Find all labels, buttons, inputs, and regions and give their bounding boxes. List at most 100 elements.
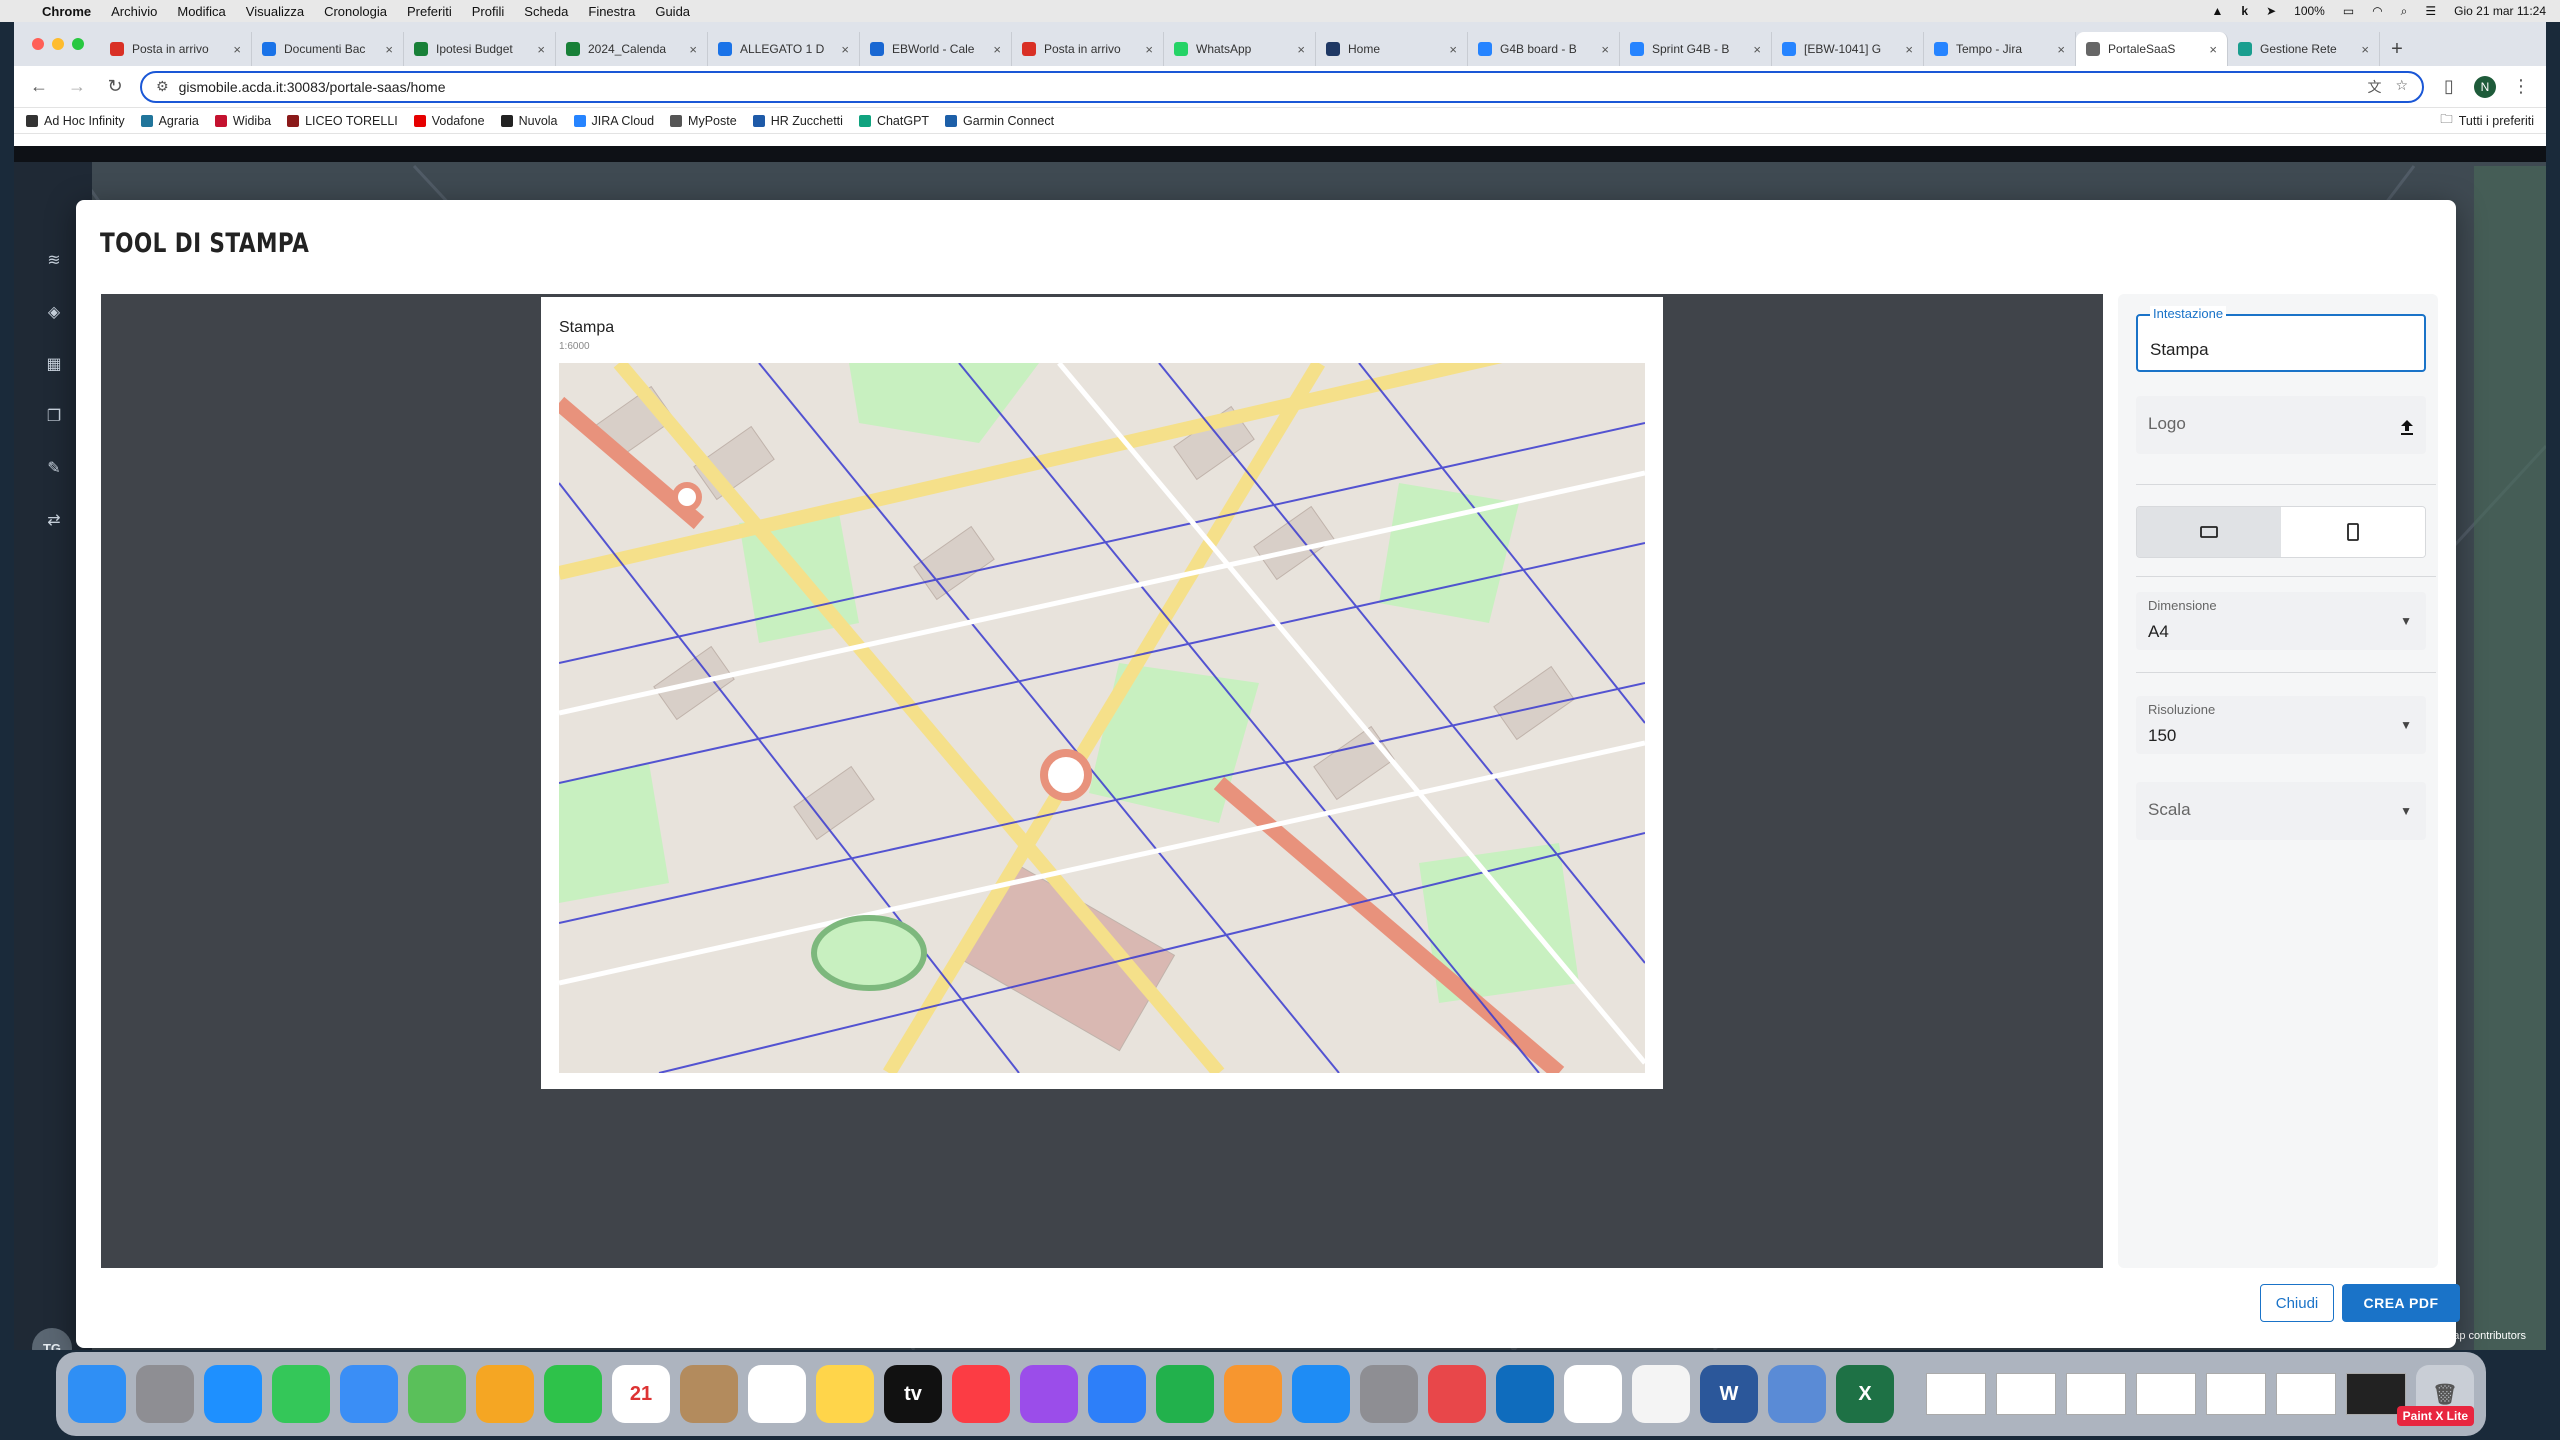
copy-icon[interactable]: ❐: [44, 406, 64, 426]
dock-app-icon[interactable]: [1360, 1365, 1418, 1423]
map-preview[interactable]: [559, 363, 1645, 1073]
browser-tab[interactable]: Gestione Rete ×: [2228, 32, 2380, 66]
menu-scheda[interactable]: Scheda: [524, 4, 568, 19]
tab-close-icon[interactable]: ×: [2361, 42, 2369, 57]
minimize-window-button[interactable]: [52, 38, 64, 50]
bookmark-item[interactable]: Widiba: [214, 114, 271, 128]
dock-document-thumbnail[interactable]: [1926, 1373, 1986, 1415]
bookmark-star-icon[interactable]: ☆: [2395, 77, 2408, 97]
bookmark-item[interactable]: Garmin Connect: [945, 114, 1054, 128]
route-icon[interactable]: ⇄: [44, 510, 64, 530]
all-bookmarks[interactable]: 🗀 Tutti i preferiti: [2440, 110, 2534, 131]
tab-close-icon[interactable]: ×: [233, 42, 241, 57]
dock-app-icon[interactable]: [272, 1365, 330, 1423]
browser-tab[interactable]: [EBW-1041] G ×: [1772, 32, 1924, 66]
layers-icon[interactable]: ≋: [44, 250, 64, 270]
browser-tab[interactable]: Posta in arrivo ×: [100, 32, 252, 66]
browser-tab[interactable]: Documenti Bac ×: [252, 32, 404, 66]
location-icon[interactable]: ➤: [2266, 4, 2276, 18]
tab-close-icon[interactable]: ×: [1753, 42, 1761, 57]
dock-app-icon[interactable]: [1088, 1365, 1146, 1423]
menu-cronologia[interactable]: Cronologia: [324, 4, 387, 19]
dock-app-icon[interactable]: [340, 1365, 398, 1423]
risoluzione-select[interactable]: Risoluzione 150 ▼: [2136, 696, 2426, 754]
browser-tab[interactable]: 2024_Calenda ×: [556, 32, 708, 66]
address-text[interactable]: gismobile.acda.it:30083/portale-saas/hom…: [179, 79, 446, 95]
browser-tab[interactable]: G4B board - B ×: [1468, 32, 1620, 66]
browser-tab[interactable]: ALLEGATO 1 D ×: [708, 32, 860, 66]
address-bar[interactable]: ⚙ gismobile.acda.it:30083/portale-saas/h…: [140, 70, 2424, 103]
browser-tab[interactable]: WhatsApp ×: [1164, 32, 1316, 66]
browser-tab[interactable]: EBWorld - Cale ×: [860, 32, 1012, 66]
dock-app-icon[interactable]: [1428, 1365, 1486, 1423]
intestazione-field[interactable]: Intestazione Stampa: [2136, 306, 2426, 372]
dock-app-icon[interactable]: [680, 1365, 738, 1423]
bookmark-item[interactable]: MyPoste: [670, 114, 737, 128]
dock-app-icon[interactable]: [1768, 1365, 1826, 1423]
clock[interactable]: Gio 21 mar 11:24: [2454, 4, 2546, 18]
dimensione-select[interactable]: Dimensione A4 ▼: [2136, 592, 2426, 650]
dock-document-thumbnail[interactable]: [2276, 1373, 2336, 1415]
profile-avatar[interactable]: N: [2474, 75, 2496, 98]
dock-app-icon[interactable]: [1564, 1365, 1622, 1423]
browser-tab[interactable]: Sprint G4B - B ×: [1620, 32, 1772, 66]
create-pdf-button[interactable]: CREA PDF: [2342, 1284, 2460, 1322]
bookmark-item[interactable]: Ad Hoc Infinity: [26, 114, 125, 128]
tab-close-icon[interactable]: ×: [1297, 42, 1305, 57]
menu-preferiti[interactable]: Preferiti: [407, 4, 452, 19]
dock-app-icon[interactable]: W: [1700, 1365, 1758, 1423]
dock-app-icon[interactable]: 21: [612, 1365, 670, 1423]
spotlight-icon[interactable]: ⌕: [2401, 4, 2408, 19]
menu-guida[interactable]: Guida: [655, 4, 690, 19]
wrench-icon[interactable]: ✎: [44, 458, 64, 478]
wifi-icon[interactable]: ◠: [2372, 4, 2382, 18]
dock-app-icon[interactable]: X: [1836, 1365, 1894, 1423]
zoom-window-button[interactable]: [72, 38, 84, 50]
intestazione-value[interactable]: Stampa: [2150, 340, 2209, 360]
paint-x-lite-badge[interactable]: Paint X Lite: [2396, 1406, 2474, 1426]
dock-app-icon[interactable]: [408, 1365, 466, 1423]
new-tab-button[interactable]: +: [2380, 32, 2414, 66]
browser-tab[interactable]: Home ×: [1316, 32, 1468, 66]
tab-close-icon[interactable]: ×: [2057, 42, 2065, 57]
site-info-icon[interactable]: ⚙: [156, 78, 169, 95]
dock-document-thumbnail[interactable]: [2066, 1373, 2126, 1415]
menu-modifica[interactable]: Modifica: [177, 4, 225, 19]
dock-document-thumbnail[interactable]: [2206, 1373, 2266, 1415]
dock-app-icon[interactable]: tv: [884, 1365, 942, 1423]
dock-app-icon[interactable]: [1632, 1365, 1690, 1423]
dock-document-thumbnail[interactable]: [2136, 1373, 2196, 1415]
scala-select[interactable]: Scala ▼: [2136, 782, 2426, 840]
logo-field[interactable]: Logo: [2136, 396, 2426, 454]
bookmark-item[interactable]: ChatGPT: [858, 114, 929, 128]
upload-icon[interactable]: [2398, 418, 2416, 436]
close-button[interactable]: Chiudi: [2260, 1284, 2334, 1322]
portrait-button[interactable]: [2281, 507, 2425, 557]
forward-button[interactable]: →: [64, 74, 90, 100]
dock-app-icon[interactable]: [476, 1365, 534, 1423]
menu-app-name[interactable]: Chrome: [42, 4, 91, 19]
dock-app-icon[interactable]: [1156, 1365, 1214, 1423]
bookmark-item[interactable]: JIRA Cloud: [573, 114, 654, 128]
dock-app-icon[interactable]: [816, 1365, 874, 1423]
tab-close-icon[interactable]: ×: [1449, 42, 1457, 57]
tab-close-icon[interactable]: ×: [537, 42, 545, 57]
tab-close-icon[interactable]: ×: [2209, 42, 2217, 57]
tab-close-icon[interactable]: ×: [385, 42, 393, 57]
reload-button[interactable]: ↻: [102, 74, 128, 100]
tab-close-icon[interactable]: ×: [1601, 42, 1609, 57]
bookmark-item[interactable]: Vodafone: [413, 114, 485, 128]
control-center-icon[interactable]: ☰: [2425, 4, 2436, 18]
close-window-button[interactable]: [32, 38, 44, 50]
bookmark-item[interactable]: Agraria: [140, 114, 199, 128]
dock-app-icon[interactable]: [204, 1365, 262, 1423]
browser-tab[interactable]: Posta in arrivo ×: [1012, 32, 1164, 66]
browser-tab[interactable]: Ipotesi Budget ×: [404, 32, 556, 66]
menu-finestra[interactable]: Finestra: [588, 4, 635, 19]
tab-close-icon[interactable]: ×: [841, 42, 849, 57]
dock-app-icon[interactable]: [136, 1365, 194, 1423]
menu-archivio[interactable]: Archivio: [111, 4, 157, 19]
back-button[interactable]: ←: [26, 74, 52, 100]
dock-app-icon[interactable]: [1292, 1365, 1350, 1423]
chrome-menu-icon[interactable]: ⋮: [2508, 74, 2534, 100]
